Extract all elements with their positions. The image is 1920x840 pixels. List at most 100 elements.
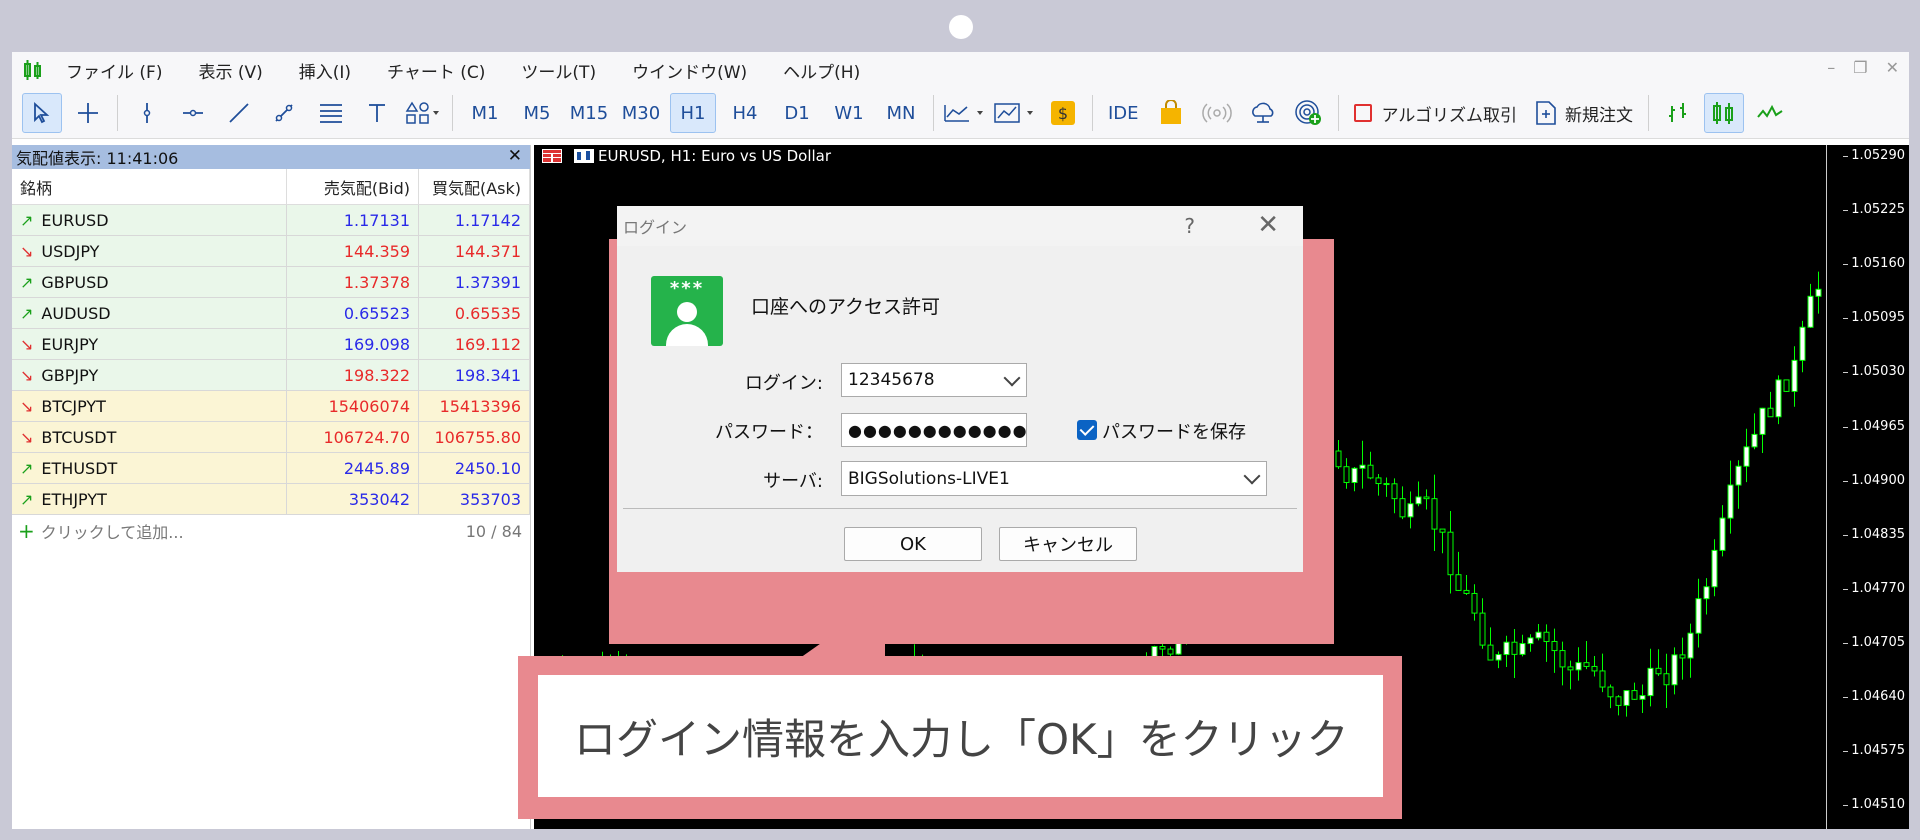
bid-cell[interactable]: 1.37378 bbox=[286, 266, 419, 298]
table-row[interactable]: ↘ USDJPY 144.359 144.371 bbox=[12, 235, 530, 267]
price-axis[interactable]: 1.05290 1.05225 1.05160 1.05095 1.05030 1.049… bbox=[1826, 145, 1909, 829]
indicators-button[interactable] bbox=[943, 93, 987, 133]
timeframe-m5[interactable]: M5 bbox=[514, 93, 560, 133]
table-row[interactable]: ↗ AUDUSD 0.65523 0.65535 bbox=[12, 297, 530, 329]
restore-icon[interactable]: ❐ bbox=[1853, 58, 1867, 77]
close-icon[interactable]: ✕ bbox=[1886, 58, 1899, 77]
line-chart-button[interactable] bbox=[1750, 93, 1790, 133]
bid-cell[interactable]: 198.322 bbox=[286, 359, 419, 391]
channel-tool[interactable] bbox=[265, 93, 305, 133]
new-order-button[interactable]: 新規注文 bbox=[1529, 93, 1639, 133]
ask-cell[interactable]: 15413396 bbox=[418, 390, 530, 422]
add-symbol-row[interactable]: + クリックして追加... 10 / 84 bbox=[12, 515, 530, 547]
timeframe-mn[interactable]: MN bbox=[878, 93, 924, 133]
ask-cell[interactable]: 106755.80 bbox=[418, 421, 530, 453]
menu-help[interactable]: ヘルプ(H) bbox=[783, 58, 860, 83]
radar-button[interactable] bbox=[1289, 93, 1329, 133]
table-row[interactable]: ↗ GBPUSD 1.37378 1.37391 bbox=[12, 266, 530, 298]
ask-cell[interactable]: 353703 bbox=[418, 483, 530, 515]
bar-chart-button[interactable] bbox=[1658, 93, 1698, 133]
column-header-bid[interactable]: 売気配(Bid) bbox=[286, 169, 419, 205]
cancel-button[interactable]: キャンセル bbox=[999, 527, 1137, 561]
symbol-cell[interactable]: ↗ GBPUSD bbox=[12, 266, 287, 298]
table-row[interactable]: ↗ ETHUSDT 2445.89 2450.10 bbox=[12, 452, 530, 484]
table-row[interactable]: ↗ ETHJPYT 353042 353703 bbox=[12, 483, 530, 515]
close-icon[interactable]: ✕ bbox=[1257, 210, 1279, 240]
symbol-cell[interactable]: ↗ EURUSD bbox=[12, 204, 287, 236]
deposit-button[interactable]: $ bbox=[1043, 93, 1083, 133]
bid-cell[interactable]: 106724.70 bbox=[286, 421, 419, 453]
minimize-icon[interactable]: – bbox=[1827, 58, 1835, 77]
timeframe-d1[interactable]: D1 bbox=[774, 93, 820, 133]
table-row[interactable]: ↘ EURJPY 169.098 169.112 bbox=[12, 328, 530, 360]
save-password-label[interactable]: パスワードを保存 bbox=[1102, 418, 1246, 444]
table-row[interactable]: ↘ BTCJPYT 15406074 15413396 bbox=[12, 390, 530, 422]
table-row[interactable]: ↘ BTCUSDT 106724.70 106755.80 bbox=[12, 421, 530, 453]
symbol-cell[interactable]: ↘ BTCUSDT bbox=[12, 421, 287, 453]
bid-cell[interactable]: 144.359 bbox=[286, 235, 419, 267]
vps-button[interactable] bbox=[1243, 93, 1283, 133]
menu-file[interactable]: ファイル (F) bbox=[66, 58, 162, 83]
column-header-symbol[interactable]: 銘柄 bbox=[12, 169, 287, 205]
vertical-line-tool[interactable] bbox=[127, 93, 167, 133]
ask-cell[interactable]: 144.371 bbox=[418, 235, 530, 267]
table-row[interactable]: ↘ GBPJPY 198.322 198.341 bbox=[12, 359, 530, 391]
text-tool[interactable] bbox=[357, 93, 397, 133]
ask-cell[interactable]: 1.17142 bbox=[418, 204, 530, 236]
server-combobox[interactable]: BIGSolutions-LIVE1 bbox=[841, 461, 1267, 496]
close-icon[interactable]: ✕ bbox=[508, 146, 522, 166]
timeframe-h4[interactable]: H4 bbox=[722, 93, 768, 133]
menu-tools[interactable]: ツール(T) bbox=[521, 58, 596, 83]
login-combobox[interactable]: 12345678 bbox=[841, 363, 1027, 397]
password-field[interactable]: ●●●●●●●●●●●● bbox=[841, 413, 1027, 447]
symbol-cell[interactable]: ↘ GBPJPY bbox=[12, 359, 287, 391]
timeframe-m15[interactable]: M15 bbox=[566, 93, 612, 133]
market-button[interactable] bbox=[1151, 93, 1191, 133]
symbol-cell[interactable]: ↘ USDJPY bbox=[12, 235, 287, 267]
bid-cell[interactable]: 2445.89 bbox=[286, 452, 419, 484]
save-password-checkbox[interactable] bbox=[1077, 420, 1097, 440]
bid-cell[interactable]: 0.65523 bbox=[286, 297, 419, 329]
bid-cell[interactable]: 15406074 bbox=[286, 390, 419, 422]
ok-button[interactable]: OK bbox=[844, 527, 982, 561]
symbol-cell[interactable]: ↘ EURJPY bbox=[12, 328, 287, 360]
algo-trading-button[interactable]: アルゴリズム取引 bbox=[1348, 93, 1524, 133]
symbol-label: EURJPY bbox=[41, 334, 99, 354]
menu-insert[interactable]: 挿入(I) bbox=[299, 58, 351, 83]
templates-button[interactable] bbox=[993, 93, 1037, 133]
menu-chart[interactable]: チャート (C) bbox=[387, 58, 485, 83]
timeframe-m1[interactable]: M1 bbox=[462, 93, 508, 133]
ask-cell[interactable]: 0.65535 bbox=[418, 297, 530, 329]
bid-cell[interactable]: 1.17131 bbox=[286, 204, 419, 236]
menu-window[interactable]: ウインドウ(W) bbox=[632, 58, 747, 83]
bid-cell[interactable]: 353042 bbox=[286, 483, 419, 515]
algo-stop-icon bbox=[1353, 104, 1372, 122]
symbol-cell[interactable]: ↗ ETHJPYT bbox=[12, 483, 287, 515]
ask-cell[interactable]: 1.37391 bbox=[418, 266, 530, 298]
table-row[interactable]: ↗ EURUSD 1.17131 1.17142 bbox=[12, 204, 530, 236]
symbol-cell[interactable]: ↘ BTCJPYT bbox=[12, 390, 287, 422]
timeframe-h1[interactable]: H1 bbox=[670, 93, 716, 133]
ask-cell[interactable]: 198.341 bbox=[418, 359, 530, 391]
signals-button[interactable] bbox=[1197, 93, 1237, 133]
symbol-cell[interactable]: ↗ ETHUSDT bbox=[12, 452, 287, 484]
ask-cell[interactable]: 2450.10 bbox=[418, 452, 530, 484]
ide-button[interactable]: IDE bbox=[1102, 93, 1145, 133]
timeframe-w1[interactable]: W1 bbox=[826, 93, 872, 133]
horizontal-line-tool[interactable] bbox=[173, 93, 213, 133]
column-header-ask[interactable]: 買気配(Ask) bbox=[418, 169, 530, 205]
help-icon[interactable]: ? bbox=[1184, 214, 1195, 238]
candle-body bbox=[1399, 498, 1406, 518]
menu-view[interactable]: 表示 (V) bbox=[198, 58, 262, 83]
timeframe-m30[interactable]: M30 bbox=[618, 93, 664, 133]
shapes-tool[interactable] bbox=[403, 93, 443, 133]
cursor-tool[interactable] bbox=[22, 93, 62, 133]
bid-cell[interactable]: 169.098 bbox=[286, 328, 419, 360]
fibonacci-tool[interactable] bbox=[311, 93, 351, 133]
trendline-tool[interactable] bbox=[219, 93, 259, 133]
ask-cell[interactable]: 169.112 bbox=[418, 328, 530, 360]
candlestick-button[interactable] bbox=[1704, 93, 1745, 133]
crosshair-tool[interactable] bbox=[68, 93, 108, 133]
symbol-cell[interactable]: ↗ AUDUSD bbox=[12, 297, 287, 329]
price-tick-label: 1.05030 bbox=[1843, 364, 1905, 380]
